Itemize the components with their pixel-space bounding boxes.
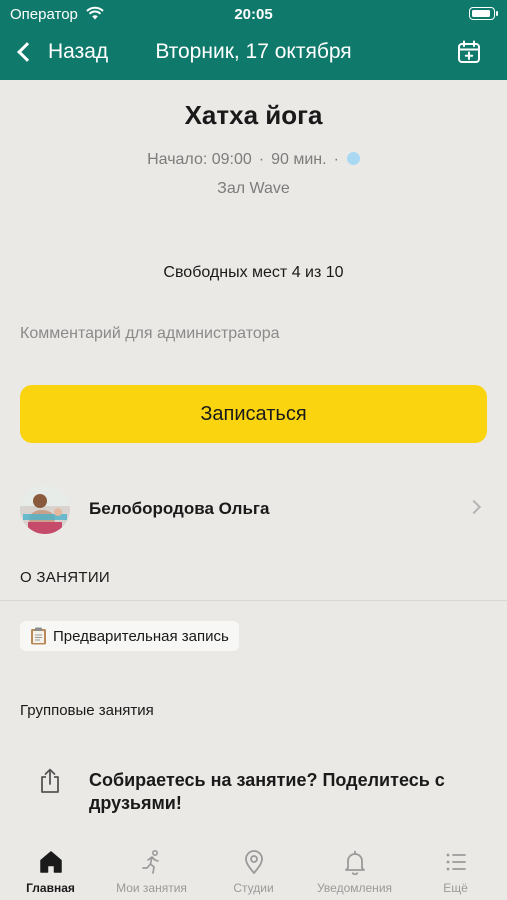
class-title: Хатха йога [184, 100, 323, 130]
share-text: Собираетесь на занятие? Поделитесь с дру… [89, 770, 445, 813]
hall-name: Зал Wave [217, 180, 290, 197]
tag-label: Предварительная запись [53, 627, 229, 645]
location-pin-icon [244, 850, 263, 874]
free-spots: Свободных мест 4 из 10 [163, 264, 344, 281]
level-dot-icon [346, 152, 360, 165]
runner-icon [141, 849, 159, 874]
tab-label: Мои занятия [116, 881, 187, 895]
trainer-avatar [20, 484, 70, 534]
home-icon [39, 851, 62, 873]
status-bar: Оператор 20:05 [0, 0, 507, 28]
tab-my-classes[interactable]: Мои занятия [101, 849, 202, 895]
chevron-right-icon [466, 499, 482, 515]
trainer-name: Белобородова Ольга [89, 499, 270, 518]
about-section-title: О ЗАНЯТИИ [20, 569, 110, 586]
battery-icon [469, 7, 498, 20]
share-row[interactable]: Собираетесь на занятие? Поделитесь с дру… [0, 765, 507, 815]
tab-label: Ещё [443, 881, 468, 895]
clipboard-icon [30, 627, 47, 645]
start-time: Начало: 09:00 [147, 151, 252, 168]
tab-label: Уведомления [316, 881, 393, 895]
class-meta: Начало: 09:00 · 90 мин. · [0, 151, 507, 169]
top-header: Оператор 20:05 Назад Вторник, 17 октября [0, 0, 507, 80]
tab-bar: Главная Мои занятия Студии Уведомления Е… [0, 843, 507, 900]
duration: 90 мин. [271, 151, 327, 168]
calendar-add-icon[interactable] [457, 40, 481, 64]
page-title: Вторник, 17 октября [155, 40, 352, 63]
signup-button[interactable]: Записаться [20, 385, 487, 443]
tab-label: Главная [26, 881, 75, 895]
share-icon [38, 768, 62, 794]
bell-icon [344, 850, 365, 875]
admin-comment-field[interactable]: Комментарий для администратора [20, 325, 280, 343]
list-icon [446, 853, 466, 871]
trainer-row[interactable]: Белобородова Ольга [0, 480, 507, 538]
tab-home[interactable]: Главная [0, 849, 101, 895]
status-time: 20:05 [234, 6, 273, 23]
tab-studios[interactable]: Студии [203, 849, 304, 895]
tab-label: Студии [233, 881, 274, 895]
divider [0, 600, 507, 601]
tab-more[interactable]: Ещё [405, 849, 506, 895]
tab-notifications[interactable]: Уведомления [304, 849, 405, 895]
class-category: Групповые занятия [20, 702, 154, 719]
pre-booking-tag: Предварительная запись [20, 621, 239, 651]
